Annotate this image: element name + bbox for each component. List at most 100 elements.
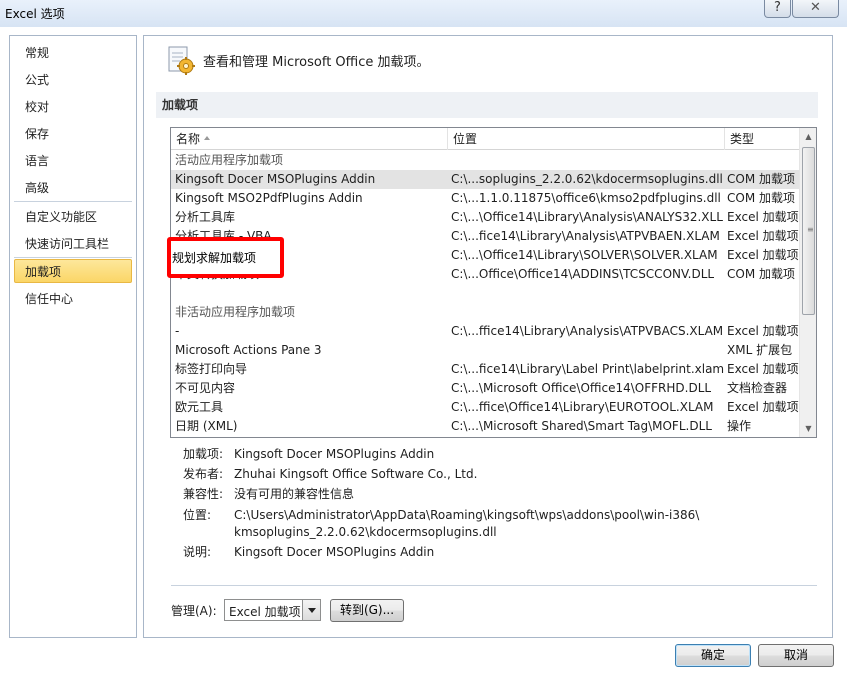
row-name: Kingsoft Docer MSOPlugins Addin (175, 172, 376, 186)
highlight-label: 规划求解加载项 (172, 251, 257, 265)
publisher-label: 发布者: (183, 467, 224, 481)
row-name: 分析工具库 (175, 210, 236, 224)
row-location: C:\...ffice14\Library\Analysis\ATPVBACS.… (451, 324, 724, 338)
table-row[interactable]: Kingsoft MSO2PdfPlugins Addin C:\...1.1.… (171, 189, 799, 208)
description-value: Kingsoft Docer MSOPlugins Addin (234, 545, 435, 559)
list-scrollbar[interactable]: ▲ ≡ ▼ (799, 128, 816, 437)
nav-item-formulas[interactable]: 公式 (14, 67, 132, 91)
column-location-label: 位置 (453, 132, 478, 146)
manage-select[interactable]: Excel 加载项 (224, 599, 321, 621)
table-row[interactable]: Kingsoft Docer MSOPlugins Addin C:\...so… (171, 170, 799, 189)
window-title: Excel 选项 (5, 7, 65, 21)
row-location: C:\...\Office14\Library\SOLVER\SOLVER.XL… (451, 248, 718, 262)
scrollbar-thumb[interactable]: ≡ (802, 147, 815, 315)
manage-label: 管理(A): (171, 604, 217, 618)
go-button[interactable]: 转到(G)... (330, 599, 404, 622)
row-type: Excel 加载项 (727, 362, 799, 376)
nav-item-general[interactable]: 常规 (14, 40, 132, 64)
nav-item-trust-center[interactable]: 信任中心 (14, 286, 132, 310)
compatibility-value: 没有可用的兼容性信息 (234, 487, 355, 501)
addin-value: Kingsoft Docer MSOPlugins Addin (234, 447, 435, 461)
row-location: C:\...fice14\Library\Label Print\labelpr… (451, 362, 725, 376)
chevron-down-icon (308, 608, 316, 613)
addins-list[interactable]: 名称 位置 类型 活动应用程序加载项 Kingsoft Docer MSOPlu… (170, 127, 817, 438)
row-location: C:\...1.1.0.11875\office6\kmso2pdfplugin… (451, 191, 721, 205)
description-label: 说明: (183, 545, 212, 559)
nav-item-language[interactable]: 语言 (14, 148, 132, 172)
row-type: 操作 (727, 419, 752, 433)
close-button[interactable]: ✕ (792, 0, 839, 18)
row-location: C:\...\Microsoft Office\Office14\OFFRHD.… (451, 381, 712, 395)
list-column-header: 名称 位置 类型 (171, 128, 799, 150)
left-nav: 常规 公式 校对 保存 语言 高级 自定义功能区 快速访问工具栏 加载项 信任中… (9, 35, 137, 638)
group-active-label: 活动应用程序加载项 (175, 153, 284, 167)
table-row[interactable]: 标签打印向导 C:\...fice14\Library\Label Print\… (171, 360, 799, 379)
row-type: Excel 加载项 (727, 324, 799, 338)
nav-item-customize-ribbon[interactable]: 自定义功能区 (14, 204, 132, 228)
scroll-down-icon[interactable]: ▼ (800, 420, 816, 437)
row-name: 标签打印向导 (175, 362, 248, 376)
ok-button[interactable]: 确定 (675, 644, 751, 667)
nav-item-save[interactable]: 保存 (14, 121, 132, 145)
table-row[interactable]: 分析工具库 C:\...\Office14\Library\Analysis\A… (171, 208, 799, 227)
scroll-up-icon[interactable]: ▲ (800, 128, 816, 145)
row-name: Microsoft Actions Pane 3 (175, 343, 322, 357)
column-name-header[interactable]: 名称 (171, 128, 448, 150)
row-name: Kingsoft MSO2PdfPlugins Addin (175, 191, 363, 205)
row-location: C:\...Office\Office14\ADDINS\TCSCCONV.DL… (451, 267, 715, 281)
group-inactive-label: 非活动应用程序加载项 (175, 305, 296, 319)
column-type-label: 类型 (730, 132, 755, 146)
row-location: C:\...\Microsoft Shared\Smart Tag\MOFL.D… (451, 419, 712, 433)
help-icon: ? (774, 0, 781, 15)
manage-select-value: Excel 加载项 (229, 605, 301, 619)
manage-dropdown-button[interactable] (302, 600, 320, 620)
nav-item-advanced[interactable]: 高级 (14, 175, 132, 199)
grip-icon: ≡ (807, 225, 814, 234)
row-type: COM 加载项 (727, 267, 795, 281)
row-location: C:\...\Office14\Library\Analysis\ANALYS3… (451, 210, 723, 224)
header-text: 查看和管理 Microsoft Office 加载项。 (203, 55, 430, 70)
row-type: Excel 加载项 (727, 248, 799, 262)
row-type: Excel 加载项 (727, 210, 799, 224)
sort-ascending-icon (204, 136, 210, 140)
title-bar: Excel 选项 ? ✕ (0, 0, 847, 27)
table-row[interactable]: 不可见内容 C:\...\Microsoft Office\Office14\O… (171, 379, 799, 398)
location-label: 位置: (183, 508, 212, 522)
location-value-line1: C:\Users\Administrator\AppData\Roaming\k… (234, 508, 700, 522)
row-name: - (175, 324, 180, 338)
location-value-line2: kmsoplugins_2.2.0.62\kdocermsoplugins.dl… (234, 525, 497, 539)
addin-label: 加载项: (183, 447, 224, 461)
nav-separator (14, 257, 132, 258)
row-name: 不可见内容 (175, 381, 236, 395)
row-type: COM 加载项 (727, 191, 795, 205)
row-name: 日期 (XML) (175, 419, 238, 433)
row-type: 文档检查器 (727, 381, 788, 395)
column-location-header[interactable]: 位置 (448, 128, 725, 150)
row-type: Excel 加载项 (727, 229, 799, 243)
column-type-header[interactable]: 类型 (725, 128, 799, 150)
row-type: XML 扩展包 (727, 343, 793, 357)
close-icon: ✕ (810, 0, 821, 15)
dialog-body: 常规 公式 校对 保存 语言 高级 自定义功能区 快速访问工具栏 加载项 信任中… (0, 27, 847, 685)
row-type: COM 加载项 (727, 172, 795, 186)
row-location: C:\...ffice\Office14\Library\EUROTOOL.XL… (451, 400, 714, 414)
row-location: C:\...fice14\Library\Analysis\ATPVBAEN.X… (451, 229, 720, 243)
cancel-button[interactable]: 取消 (758, 644, 834, 667)
row-name: 欧元工具 (175, 400, 224, 414)
panel-separator (171, 585, 817, 586)
addins-gear-icon (168, 46, 195, 75)
row-location: C:\...soplugins_2.2.0.62\kdocermsoplugin… (451, 172, 723, 186)
table-row[interactable]: 欧元工具 C:\...ffice\Office14\Library\EUROTO… (171, 398, 799, 417)
table-row[interactable]: 日期 (XML) C:\...\Microsoft Shared\Smart T… (171, 417, 799, 436)
table-row[interactable]: - C:\...ffice14\Library\Analysis\ATPVBAC… (171, 322, 799, 341)
help-button[interactable]: ? (764, 0, 791, 18)
nav-item-addins[interactable]: 加载项 (14, 259, 132, 283)
nav-separator (14, 201, 132, 202)
nav-item-proofing[interactable]: 校对 (14, 94, 132, 118)
table-row[interactable]: Microsoft Actions Pane 3 XML 扩展包 (171, 341, 799, 360)
row-type: Excel 加载项 (727, 400, 799, 414)
publisher-value: Zhuhai Kingsoft Office Software Co., Ltd… (234, 467, 478, 481)
compatibility-label: 兼容性: (183, 487, 224, 501)
nav-item-quick-access-toolbar[interactable]: 快速访问工具栏 (14, 231, 132, 255)
section-title: 加载项 (156, 92, 818, 118)
